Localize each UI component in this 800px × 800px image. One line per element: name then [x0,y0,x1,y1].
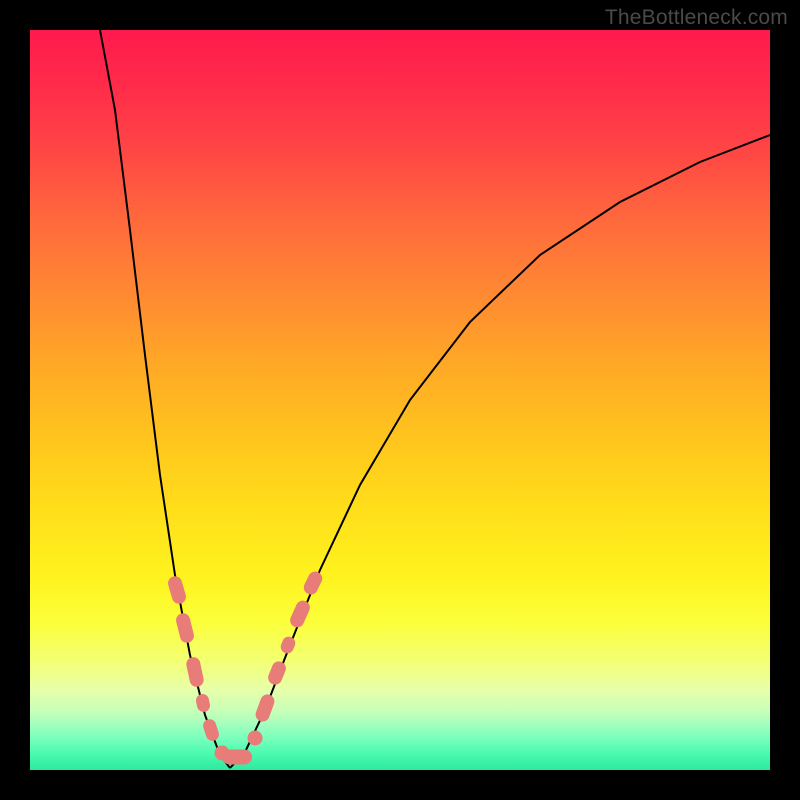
data-marker [185,656,205,688]
curve-left [100,30,230,768]
data-marker [222,750,252,765]
plot-area [30,30,770,770]
markers-group [166,569,324,764]
watermark-text: TheBottleneck.com [605,6,788,30]
data-marker [254,692,277,723]
data-marker [301,569,324,597]
data-marker [166,575,187,606]
data-marker [175,612,196,644]
data-marker [266,659,288,686]
chart-frame: TheBottleneck.com [0,0,800,800]
data-marker [279,635,297,656]
curve-group [100,30,770,768]
data-marker [201,718,220,743]
data-marker [288,598,312,629]
data-marker [195,693,211,713]
data-marker [248,731,263,746]
curve-right [230,135,770,768]
curve-layer [30,30,770,770]
